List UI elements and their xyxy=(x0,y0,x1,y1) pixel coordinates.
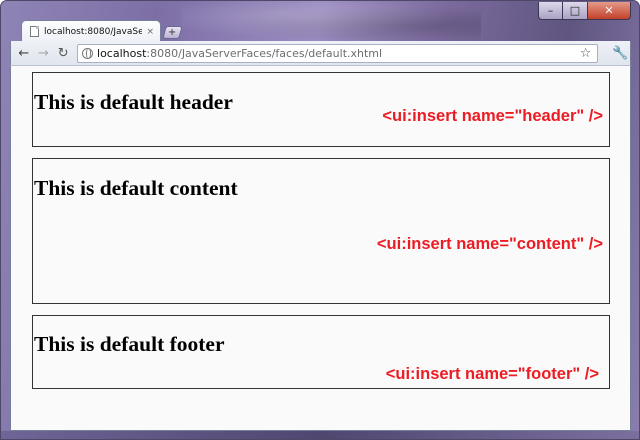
globe-icon xyxy=(82,47,94,59)
header-heading: This is default header xyxy=(34,90,233,114)
header-insert-note: <ui:insert name="header" /> xyxy=(382,107,603,125)
close-window-button[interactable]: ✕ xyxy=(588,2,631,20)
forward-button[interactable]: → xyxy=(34,43,54,63)
browser-tab[interactable]: localhost:8080/JavaServer... × xyxy=(21,20,161,42)
minimize-button[interactable]: – xyxy=(538,2,563,20)
wrench-icon[interactable]: 🔧 xyxy=(610,45,630,61)
reload-icon: ↻ xyxy=(57,45,69,61)
content-insert-note: <ui:insert name="content" /> xyxy=(376,235,603,253)
forward-arrow-icon: → xyxy=(38,45,49,61)
content-section: This is default content <ui:insert name=… xyxy=(32,158,610,304)
address-bar[interactable]: localhost:8080/JavaServerFaces/faces/def… xyxy=(77,43,599,63)
footer-insert-note: <ui:insert name="footer" /> xyxy=(385,365,599,383)
window-bottom-frame xyxy=(1,431,639,439)
page-viewport: This is default header <ui:insert name="… xyxy=(10,65,631,431)
page-icon xyxy=(30,26,39,37)
url-host: localhost xyxy=(97,46,147,60)
browser-window: – □ ✕ localhost:8080/JavaServer... × + ←… xyxy=(0,0,640,440)
maximize-button[interactable]: □ xyxy=(563,2,588,20)
browser-toolbar: ← → ↻ localhost:8080/JavaServerFaces/fac… xyxy=(10,41,631,65)
new-tab-button[interactable]: + xyxy=(162,26,183,39)
footer-section: This is default footer <ui:insert name="… xyxy=(32,315,610,389)
back-button[interactable]: ← xyxy=(14,43,34,63)
plus-icon: + xyxy=(168,26,177,38)
tab-close-icon[interactable]: × xyxy=(146,27,154,37)
content-heading: This is default content xyxy=(34,176,238,200)
bookmark-star-icon[interactable]: ☆ xyxy=(580,46,592,61)
tab-title: localhost:8080/JavaServer... xyxy=(44,26,143,37)
window-controls: – □ ✕ xyxy=(538,2,631,21)
url-path: :8080/JavaServerFaces/faces/default.xhtm… xyxy=(146,46,383,60)
footer-heading: This is default footer xyxy=(34,332,225,356)
header-section: This is default header <ui:insert name="… xyxy=(32,72,610,147)
back-arrow-icon: ← xyxy=(18,45,30,61)
reload-button[interactable]: ↻ xyxy=(53,43,73,63)
